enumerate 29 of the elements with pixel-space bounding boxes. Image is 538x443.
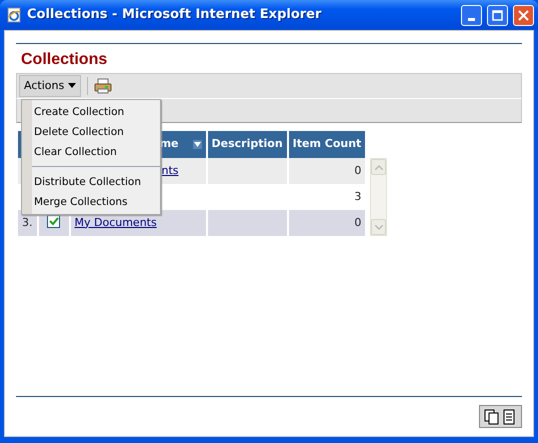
printer-icon[interactable] <box>94 78 112 94</box>
menu-item[interactable]: Merge Collections <box>32 192 160 212</box>
window-title: Collections - Microsoft Internet Explorer <box>27 6 322 24</box>
item-count: 0 <box>354 164 362 177</box>
copy-icon <box>484 408 500 424</box>
menu-item[interactable]: Distribute Collection <box>32 172 160 192</box>
minimize-button[interactable] <box>461 4 482 26</box>
maximize-button[interactable] <box>487 4 508 26</box>
sort-icon[interactable] <box>192 140 202 149</box>
menu-item[interactable]: Create Collection <box>32 102 160 122</box>
browser-icon <box>6 7 22 23</box>
document-icon <box>501 408 517 424</box>
close-icon <box>518 10 529 20</box>
row-number: 3. <box>22 216 32 229</box>
view-toggle-button[interactable] <box>479 405 522 428</box>
collection-link[interactable]: nts <box>161 164 178 177</box>
close-button[interactable] <box>513 4 534 26</box>
maximize-icon <box>492 10 503 20</box>
menu-item[interactable]: Delete Collection <box>32 122 160 142</box>
item-count: 3 <box>354 190 362 203</box>
column-header: Item Count <box>288 131 368 158</box>
actions-menu-button[interactable]: Actions <box>19 75 81 97</box>
checkbox[interactable] <box>47 214 60 228</box>
minimize-icon <box>468 18 475 21</box>
caret-icon <box>68 83 76 88</box>
item-count: 0 <box>354 216 362 229</box>
page-heading: Collections <box>21 50 108 70</box>
menu-item[interactable]: Clear Collection <box>32 142 160 162</box>
column-header: Description <box>208 131 289 158</box>
